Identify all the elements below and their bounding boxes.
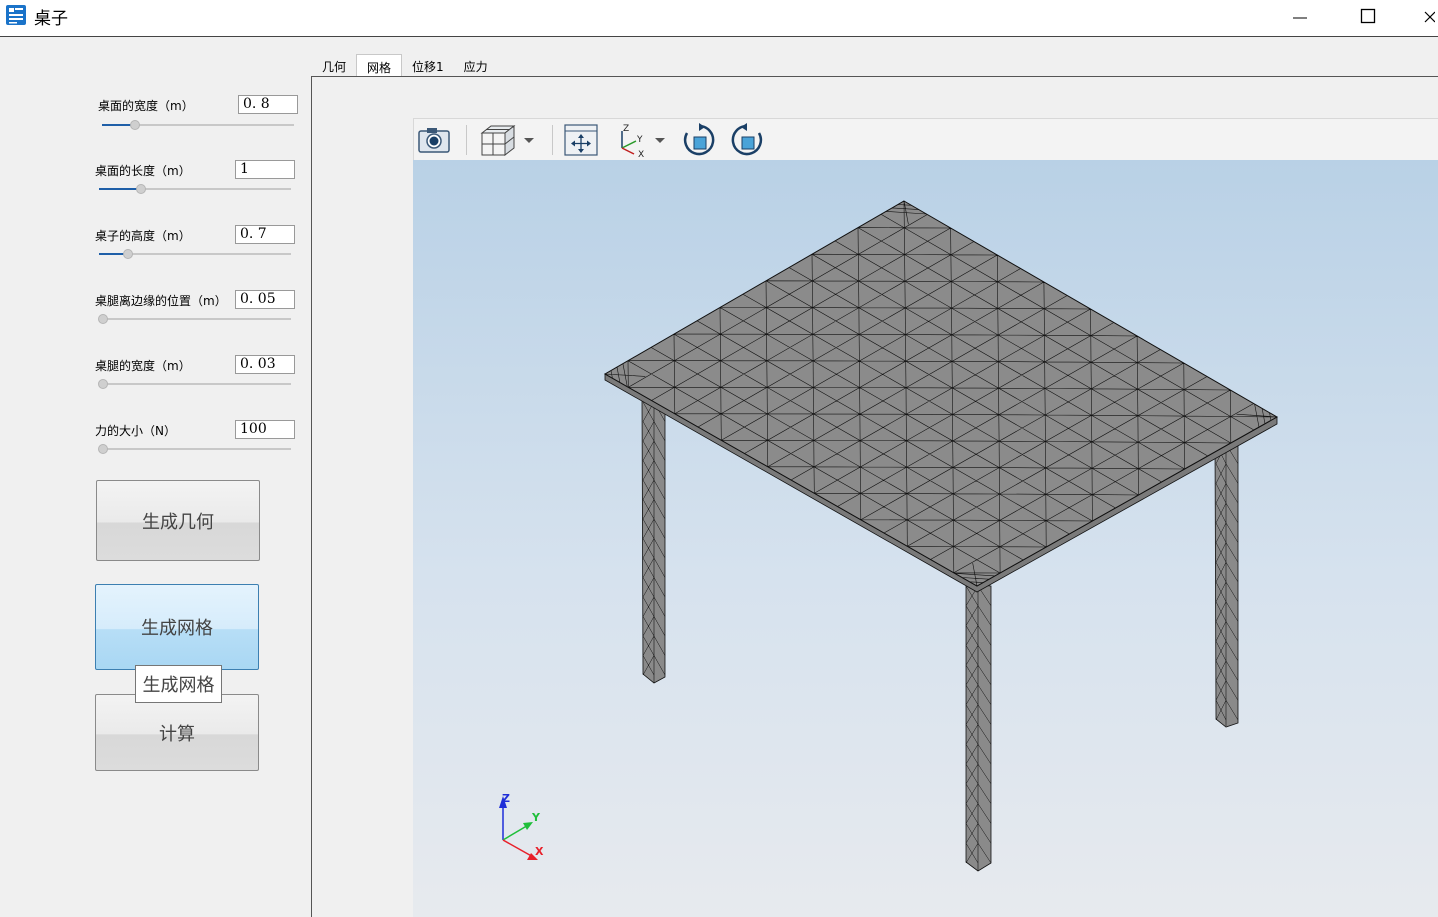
generate-geometry-button[interactable]: 生成几何 xyxy=(96,480,260,561)
generate-mesh-button[interactable]: 生成网格 xyxy=(95,584,259,670)
param-label-table-height: 桌子的高度（m） xyxy=(95,229,191,243)
axis-orientation-button[interactable]: Z Y X xyxy=(614,123,648,157)
axis-orientation-dropdown[interactable] xyxy=(650,123,670,157)
table-top xyxy=(603,200,1279,587)
fit-view-button[interactable] xyxy=(564,123,598,157)
slider-table-width[interactable] xyxy=(102,120,294,130)
param-label-leg-width: 桌腿的宽度（m） xyxy=(95,359,191,373)
rotate-ccw-icon xyxy=(731,123,763,156)
input-table-height[interactable]: 0. 7 xyxy=(235,225,295,244)
slider-fill xyxy=(99,188,138,190)
slider-fill xyxy=(102,124,131,126)
x-axis-label: X xyxy=(535,845,544,858)
input-leg-width[interactable]: 0. 03 xyxy=(235,355,295,374)
minimize-button[interactable] xyxy=(1280,2,1320,30)
slider-thumb[interactable] xyxy=(98,379,108,389)
title-bar: 桌子 xyxy=(0,0,1438,37)
slider-thumb[interactable] xyxy=(136,184,147,194)
mesh-scene: Z Y X xyxy=(499,200,1279,872)
slider-thumb[interactable] xyxy=(122,249,133,259)
tooltip: 生成网格 xyxy=(135,665,222,703)
input-force[interactable]: 100 xyxy=(235,420,295,439)
param-label-table-length: 桌面的长度（m） xyxy=(95,164,191,178)
result-tabs: 几何 网格 位移1 应力 xyxy=(312,54,498,77)
input-leg-offset[interactable]: 0. 05 xyxy=(235,290,295,309)
maximize-icon xyxy=(1360,8,1376,24)
slider-thumb[interactable] xyxy=(98,314,108,324)
axis-orientation-icon: Z Y X xyxy=(621,124,644,157)
y-axis-label: Y xyxy=(531,811,541,824)
tab-mesh[interactable]: 网格 xyxy=(356,54,403,77)
rotate-cw-button[interactable] xyxy=(682,123,716,157)
app-icon xyxy=(5,4,27,26)
slider-table-height[interactable] xyxy=(99,249,291,259)
tab-stress[interactable]: 应力 xyxy=(454,54,498,77)
slider-leg-offset[interactable] xyxy=(98,314,291,324)
viewer-toolbar: Z Y X xyxy=(413,118,1438,160)
3d-viewport[interactable]: Z Y X xyxy=(413,160,1438,917)
slider-thumb[interactable] xyxy=(98,444,108,454)
svg-text:Y: Y xyxy=(636,135,643,145)
rotate-ccw-button[interactable] xyxy=(730,123,764,157)
param-label-force: 力的大小（N） xyxy=(95,424,176,438)
rotate-cw-icon xyxy=(683,123,715,156)
close-button[interactable] xyxy=(1416,2,1438,30)
slider-table-length[interactable] xyxy=(99,184,291,194)
table-leg xyxy=(1214,441,1239,728)
view-cube-icon xyxy=(480,124,516,157)
compute-button[interactable]: 计算 xyxy=(95,694,259,771)
chevron-down-icon xyxy=(524,138,534,143)
axis-triad: Z Y X xyxy=(499,792,544,860)
slider-force[interactable] xyxy=(98,444,291,454)
param-label-table-width: 桌面的宽度（m） xyxy=(98,99,194,113)
fit-view-icon xyxy=(564,124,598,156)
screenshot-button[interactable] xyxy=(417,123,451,157)
slider-leg-width[interactable] xyxy=(98,379,291,389)
svg-text:Z: Z xyxy=(623,124,629,134)
table-leg xyxy=(965,583,992,872)
tab-geometry[interactable]: 几何 xyxy=(312,54,356,77)
z-axis-label: Z xyxy=(502,792,510,805)
window-title: 桌子 xyxy=(34,9,68,29)
slider-thumb[interactable] xyxy=(129,120,140,130)
chevron-down-icon xyxy=(655,138,665,143)
param-label-leg-offset: 桌腿离边缘的位置（m） xyxy=(95,294,227,308)
input-table-length[interactable]: 1 xyxy=(235,160,295,179)
svg-text:X: X xyxy=(638,150,644,157)
view-cube-dropdown[interactable] xyxy=(519,123,539,157)
close-icon xyxy=(1424,11,1435,23)
camera-icon xyxy=(418,128,450,153)
tab-displacement[interactable]: 位移1 xyxy=(402,54,454,77)
minimize-icon xyxy=(1293,17,1307,19)
maximize-button[interactable] xyxy=(1348,2,1388,30)
view-cube-button[interactable] xyxy=(479,123,519,157)
input-table-width[interactable]: 0. 8 xyxy=(238,95,298,114)
slider-fill xyxy=(99,253,124,255)
table-leg xyxy=(641,399,666,684)
